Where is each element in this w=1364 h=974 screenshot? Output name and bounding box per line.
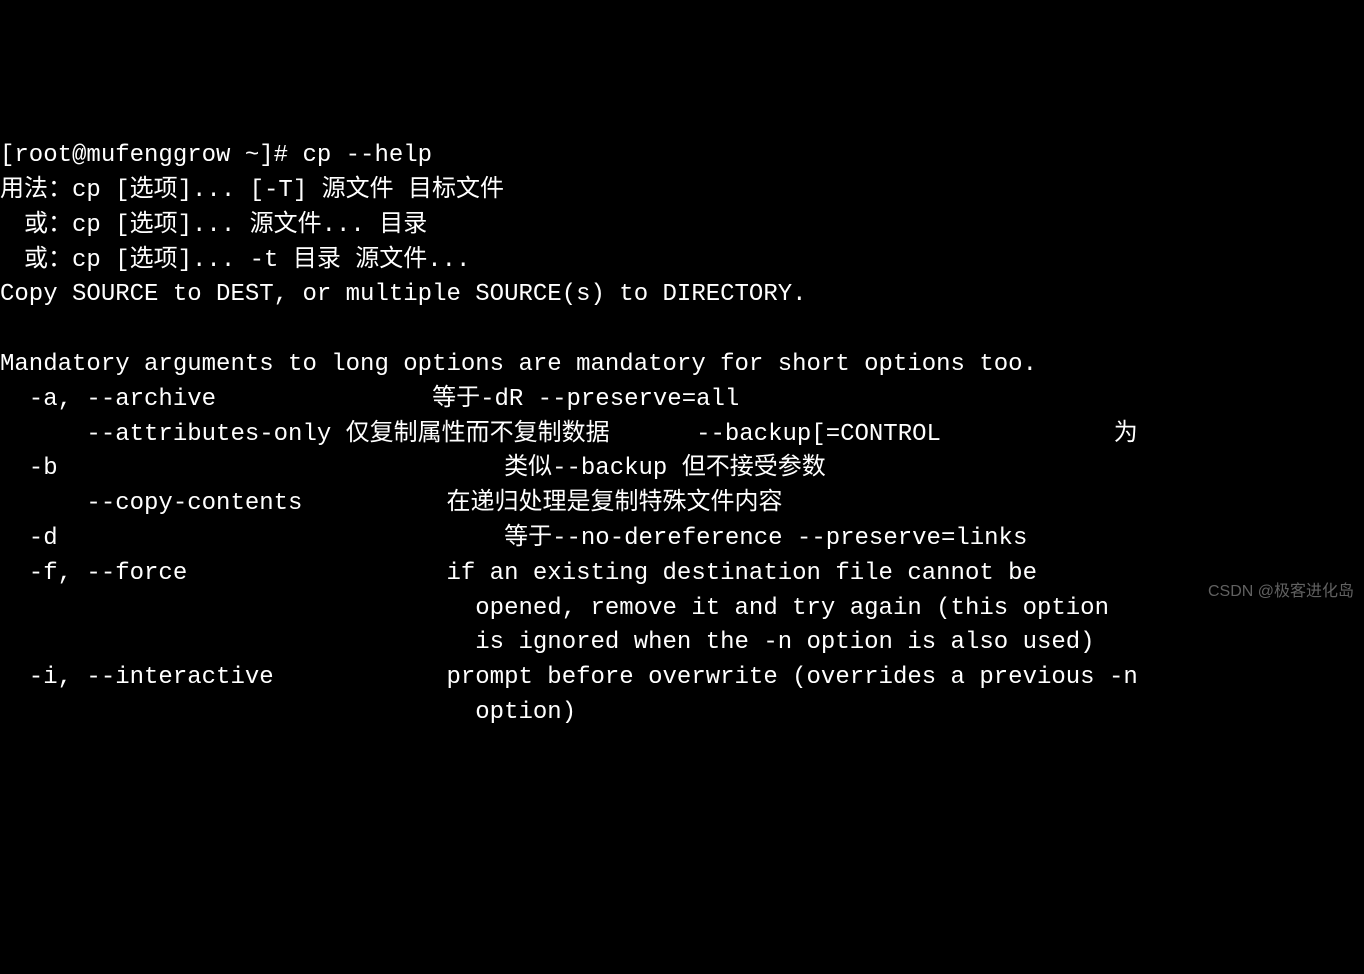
watermark: CSDN @极客进化岛 xyxy=(1208,580,1354,603)
option-line: -a, --archive 等于-dR --preserve=all xyxy=(0,386,739,413)
option-line: --attributes-only 仅复制属性而不复制数据 --backup[=… xyxy=(0,421,1138,448)
option-line: -d 等于--no-dereference --preserve=links xyxy=(0,525,1027,552)
option-line: -i, --interactive prompt before overwrit… xyxy=(0,664,1138,691)
usage-line: Copy SOURCE to DEST, or multiple SOURCE(… xyxy=(0,281,807,308)
usage-line: 用法：cp [选项]... [-T] 源文件 目标文件 xyxy=(0,177,504,204)
usage-line: 或：cp [选项]... -t 目录 源文件... xyxy=(0,247,470,274)
option-line: -f, --force if an existing destination f… xyxy=(0,560,1037,587)
option-line: opened, remove it and try again (this op… xyxy=(0,595,1109,622)
option-line: -b 类似--backup 但不接受参数 xyxy=(0,455,826,482)
option-line: option) xyxy=(0,699,576,726)
usage-line: Mandatory arguments to long options are … xyxy=(0,351,1037,378)
prompt-line: [root@mufenggrow ~]# cp --help xyxy=(0,142,432,169)
terminal-output: [root@mufenggrow ~]# cp --help 用法：cp [选项… xyxy=(0,139,1364,731)
option-line: --copy-contents 在递归处理是复制特殊文件内容 xyxy=(0,490,782,517)
option-line: is ignored when the -n option is also us… xyxy=(0,629,1095,656)
usage-line: 或：cp [选项]... 源文件... 目录 xyxy=(0,212,427,239)
